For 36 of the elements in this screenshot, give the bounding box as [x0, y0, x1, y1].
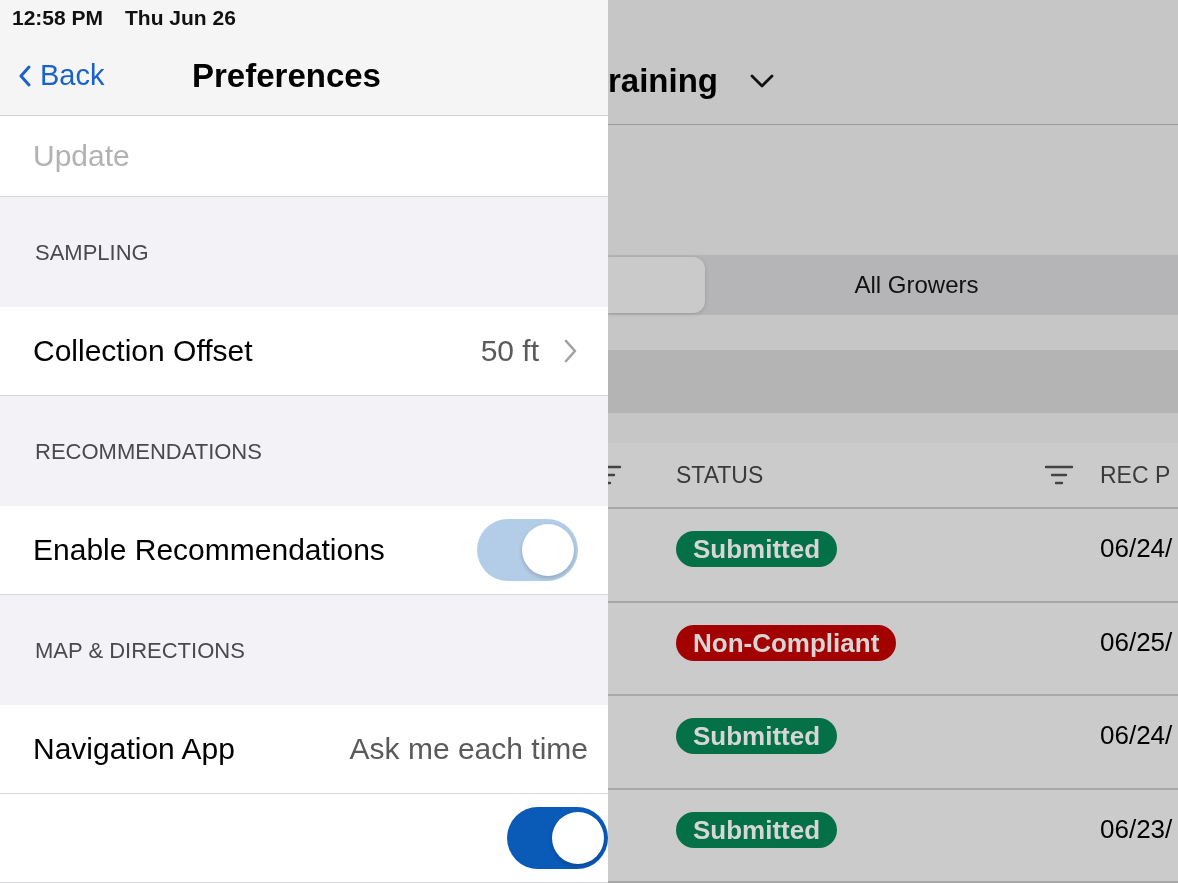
date-cell-text: 06/24/ — [1100, 720, 1174, 752]
chevron-left-icon — [18, 64, 32, 87]
status-date: Thu Jun 26 — [125, 6, 236, 31]
settings-row[interactable] — [0, 794, 608, 883]
section-header: RECOMMENDATIONS — [34, 437, 263, 466]
filter-icon[interactable] — [1044, 464, 1074, 487]
table-row[interactable]: Submitted 06/24/ — [608, 509, 1178, 603]
status-badge: Non-Compliant — [676, 624, 897, 661]
row-value: 50 ft — [480, 333, 539, 368]
toggle-switch[interactable] — [507, 807, 608, 869]
table-row[interactable]: Non-Compliant 06/25/ — [608, 602, 1178, 697]
section-header: MAP & DIRECTIONS — [34, 636, 246, 665]
row-value: Ask me each time — [349, 732, 588, 766]
date-cell-text: 06/25/ — [1100, 626, 1174, 658]
section-header: SAMPLING — [34, 238, 150, 267]
table-row[interactable]: Submitted 06/24/ — [608, 696, 1178, 790]
settings-row[interactable]: Collection Offset 50 ft — [0, 306, 608, 396]
page-title[interactable]: raining — [608, 62, 718, 101]
column-heading: STATUS — [676, 461, 764, 489]
row-label: Collection Offset — [33, 333, 253, 368]
chevron-right-icon — [563, 338, 578, 363]
nav-title: Preferences — [192, 56, 381, 95]
back-button[interactable]: Back — [0, 59, 105, 93]
column-heading: REC P — [1100, 461, 1171, 489]
table-row[interactable]: Submitted 06/23/ — [608, 789, 1178, 883]
segment[interactable]: All Growers — [705, 256, 1178, 313]
status-badge: Submitted — [676, 811, 838, 848]
row-label: Navigation App — [33, 732, 235, 766]
status-time: 12:58 PM — [12, 6, 104, 31]
date-cell-text: 06/24/ — [1100, 533, 1174, 565]
status-badge: Submitted — [676, 718, 838, 755]
settings-row[interactable]: Navigation App Ask me each time — [0, 705, 608, 794]
chevron-down-icon — [750, 74, 774, 89]
status-badge: Submitted — [676, 531, 838, 568]
date-cell-text: 06/23/ — [1100, 813, 1174, 845]
row-label: Enable Recommendations — [33, 532, 385, 567]
